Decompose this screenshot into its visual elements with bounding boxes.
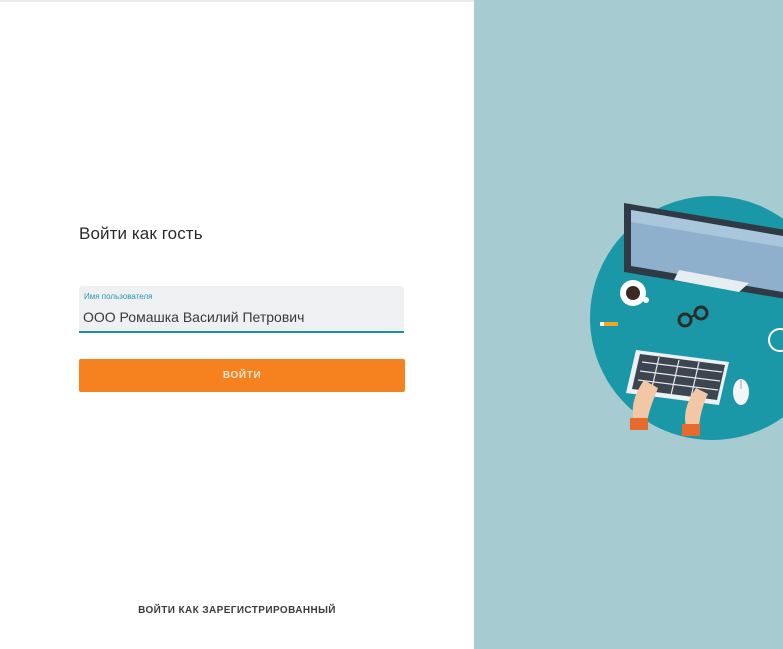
pencil-icon: [600, 322, 618, 326]
top-divider: [0, 0, 474, 2]
username-input[interactable]: [83, 307, 395, 327]
login-button[interactable]: ВОЙТИ: [79, 359, 405, 392]
username-label: Имя пользователя: [84, 292, 153, 301]
workspace-illustration: [590, 196, 783, 440]
login-panel: Войти как гость Имя пользователя ВОЙТИ В…: [0, 0, 474, 649]
page-title: Войти как гость: [79, 224, 203, 243]
illustration-panel: [474, 0, 783, 649]
mouse-icon: [733, 379, 749, 405]
login-as-registered-link[interactable]: ВОЙТИ КАК ЗАРЕГИСТРИРОВАННЫЙ: [0, 605, 474, 616]
username-field[interactable]: Имя пользователя: [79, 286, 404, 333]
